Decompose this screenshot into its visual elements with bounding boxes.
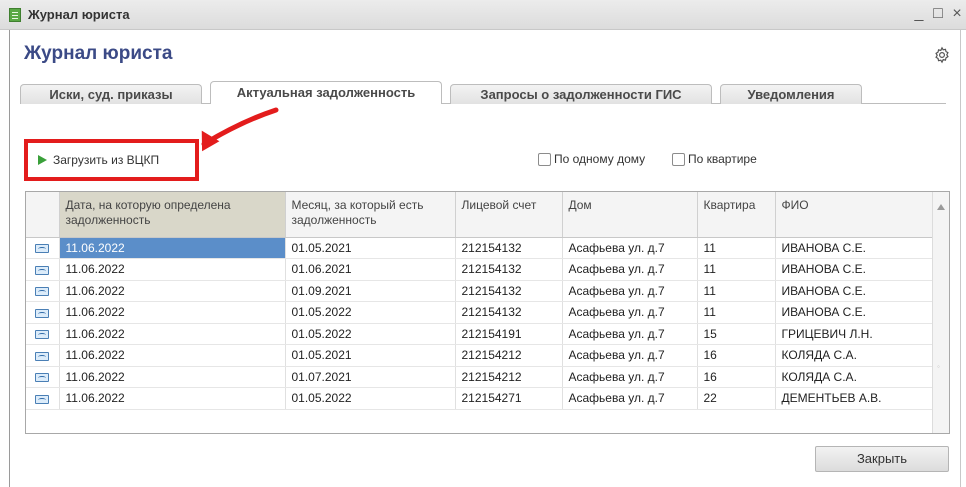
row-record-icon — [35, 373, 50, 383]
column-header-apartment[interactable]: Квартира — [697, 192, 776, 238]
cell-house[interactable]: Асафьева ул. д.7 — [562, 301, 698, 324]
table-row[interactable]: 11.06.2022 01.07.2021 212154212 Асафьева… — [26, 366, 934, 388]
cell-debt-month[interactable]: 01.09.2021 — [285, 280, 456, 302]
close-window-button[interactable]: × — [948, 4, 966, 24]
cell-debt-date[interactable]: 11.06.2022 — [59, 280, 286, 302]
table-row[interactable]: 11.06.2022 01.05.2021 212154132 Асафьева… — [26, 237, 934, 259]
cell-house[interactable]: Асафьева ул. д.7 — [562, 323, 698, 345]
cell-house[interactable]: Асафьева ул. д.7 — [562, 387, 698, 410]
window-frame-right — [960, 30, 961, 487]
checkbox-one-apartment-box[interactable] — [672, 152, 685, 166]
scroll-grip-icon[interactable]: ◦ — [937, 362, 945, 371]
cell-debt-month[interactable]: 01.05.2022 — [285, 323, 456, 345]
cell-apartment[interactable]: 11 — [697, 258, 776, 281]
row-record-icon — [35, 351, 50, 361]
cell-account[interactable]: 212154212 — [455, 366, 563, 388]
checkbox-one-apartment[interactable]: По квартире — [672, 152, 757, 166]
cell-debt-month[interactable]: 01.05.2022 — [285, 387, 456, 410]
cell-fio[interactable]: ИВАНОВА С.Е. — [775, 280, 934, 302]
table-row[interactable]: 11.06.2022 01.05.2021 212154212 Асафьева… — [26, 344, 934, 367]
cell-apartment[interactable]: 15 — [697, 323, 776, 345]
row-record-icon — [35, 244, 50, 254]
minimize-button[interactable]: _ — [910, 4, 928, 24]
cell-debt-month[interactable]: 01.05.2021 — [285, 344, 456, 367]
cell-apartment[interactable]: 16 — [697, 344, 776, 367]
maximize-button[interactable]: □ — [929, 4, 947, 24]
table-row[interactable]: 11.06.2022 01.05.2022 212154271 Асафьева… — [26, 387, 934, 410]
row-record-icon — [35, 330, 50, 340]
cell-house[interactable]: Асафьева ул. д.7 — [562, 344, 698, 367]
close-button[interactable]: Закрыть — [815, 446, 949, 472]
app-journal-icon — [9, 8, 21, 22]
cell-debt-date[interactable]: 11.06.2022 — [59, 323, 286, 345]
cell-fio[interactable]: ИВАНОВА С.Е. — [775, 301, 934, 324]
cell-debt-date[interactable]: 11.06.2022 — [59, 387, 286, 410]
tab-claims[interactable]: Иски, суд. приказы — [20, 84, 202, 104]
gear-icon[interactable] — [933, 46, 951, 64]
row-record-icon — [35, 308, 50, 318]
column-header-debt-date[interactable]: Дата, на которую определена задолженност… — [59, 192, 286, 238]
annotation-highlight-box — [24, 139, 199, 181]
cell-apartment[interactable]: 11 — [697, 301, 776, 324]
cell-house[interactable]: Асафьева ул. д.7 — [562, 237, 698, 259]
column-header-debt-month[interactable]: Месяц, за который есть задолженность — [285, 192, 456, 238]
cell-apartment[interactable]: 16 — [697, 366, 776, 388]
table-row[interactable]: 11.06.2022 01.06.2021 212154132 Асафьева… — [26, 258, 934, 281]
cell-fio[interactable]: КОЛЯДА С.А. — [775, 366, 934, 388]
table-scrollbar[interactable]: ◦ — [932, 192, 949, 433]
cell-apartment[interactable]: 11 — [697, 237, 776, 259]
window-title: Журнал юриста — [28, 7, 130, 22]
column-header-account[interactable]: Лицевой счет — [455, 192, 563, 238]
scroll-up-icon[interactable] — [937, 204, 945, 210]
tab-current-debt[interactable]: Актуальная задолженность — [210, 81, 442, 104]
checkbox-one-house-box[interactable] — [538, 152, 551, 166]
tab-notifications[interactable]: Уведомления — [720, 84, 862, 104]
cell-debt-month[interactable]: 01.06.2021 — [285, 258, 456, 281]
cell-debt-date[interactable]: 11.06.2022 — [59, 258, 286, 281]
cell-house[interactable]: Асафьева ул. д.7 — [562, 280, 698, 302]
cell-debt-date[interactable]: 11.06.2022 — [59, 344, 286, 367]
cell-debt-month[interactable]: 01.05.2022 — [285, 301, 456, 324]
cell-account[interactable]: 212154212 — [455, 344, 563, 367]
cell-account[interactable]: 212154132 — [455, 280, 563, 302]
row-record-icon — [35, 394, 50, 404]
cell-debt-date[interactable]: 11.06.2022 — [59, 237, 286, 259]
cell-account[interactable]: 212154132 — [455, 237, 563, 259]
cell-account[interactable]: 212154132 — [455, 258, 563, 281]
row-record-icon — [35, 265, 50, 275]
checkbox-one-house[interactable]: По одному дому — [538, 152, 645, 166]
column-header-fio[interactable]: ФИО — [775, 192, 934, 238]
cell-fio[interactable]: КОЛЯДА С.А. — [775, 344, 934, 367]
page-title: Журнал юриста — [24, 43, 173, 64]
checkbox-one-house-label: По одному дому — [554, 152, 646, 166]
table-row[interactable]: 11.06.2022 01.09.2021 212154132 Асафьева… — [26, 280, 934, 302]
cell-debt-month[interactable]: 01.05.2021 — [285, 237, 456, 259]
cell-account[interactable]: 212154271 — [455, 387, 563, 410]
cell-apartment[interactable]: 22 — [697, 387, 776, 410]
cell-account[interactable]: 212154191 — [455, 323, 563, 345]
cell-house[interactable]: Асафьева ул. д.7 — [562, 366, 698, 388]
checkbox-one-apartment-label: По квартире — [688, 152, 757, 166]
tab-gis-requests[interactable]: Запросы о задолженности ГИС — [450, 84, 712, 104]
column-header-icon — [26, 192, 60, 238]
cell-debt-date[interactable]: 11.06.2022 — [59, 301, 286, 324]
cell-fio[interactable]: ИВАНОВА С.Е. — [775, 258, 934, 281]
cell-apartment[interactable]: 11 — [697, 280, 776, 302]
table-row[interactable]: 11.06.2022 01.05.2022 212154132 Асафьева… — [26, 301, 934, 324]
window-frame-left — [9, 30, 10, 487]
cell-fio[interactable]: ГРИЦЕВИЧ Л.Н. — [775, 323, 934, 345]
table-row[interactable]: 11.06.2022 01.05.2022 212154191 Асафьева… — [26, 323, 934, 345]
lawyer-journal-window: Журнал юриста _ □ × Журнал юриста Иски, … — [0, 0, 966, 487]
cell-account[interactable]: 212154132 — [455, 301, 563, 324]
row-record-icon — [35, 287, 50, 297]
cell-house[interactable]: Асафьева ул. д.7 — [562, 258, 698, 281]
cell-fio[interactable]: ИВАНОВА С.Е. — [775, 237, 934, 259]
column-header-house[interactable]: Дом — [562, 192, 698, 238]
cell-debt-month[interactable]: 01.07.2021 — [285, 366, 456, 388]
debt-table: Дата, на которую определена задолженност… — [25, 191, 950, 434]
annotation-arrow-icon — [201, 107, 279, 152]
cell-fio[interactable]: ДЕМЕНТЬЕВ А.В. — [775, 387, 934, 410]
cell-debt-date[interactable]: 11.06.2022 — [59, 366, 286, 388]
title-bar: Журнал юриста _ □ × — [0, 0, 966, 30]
